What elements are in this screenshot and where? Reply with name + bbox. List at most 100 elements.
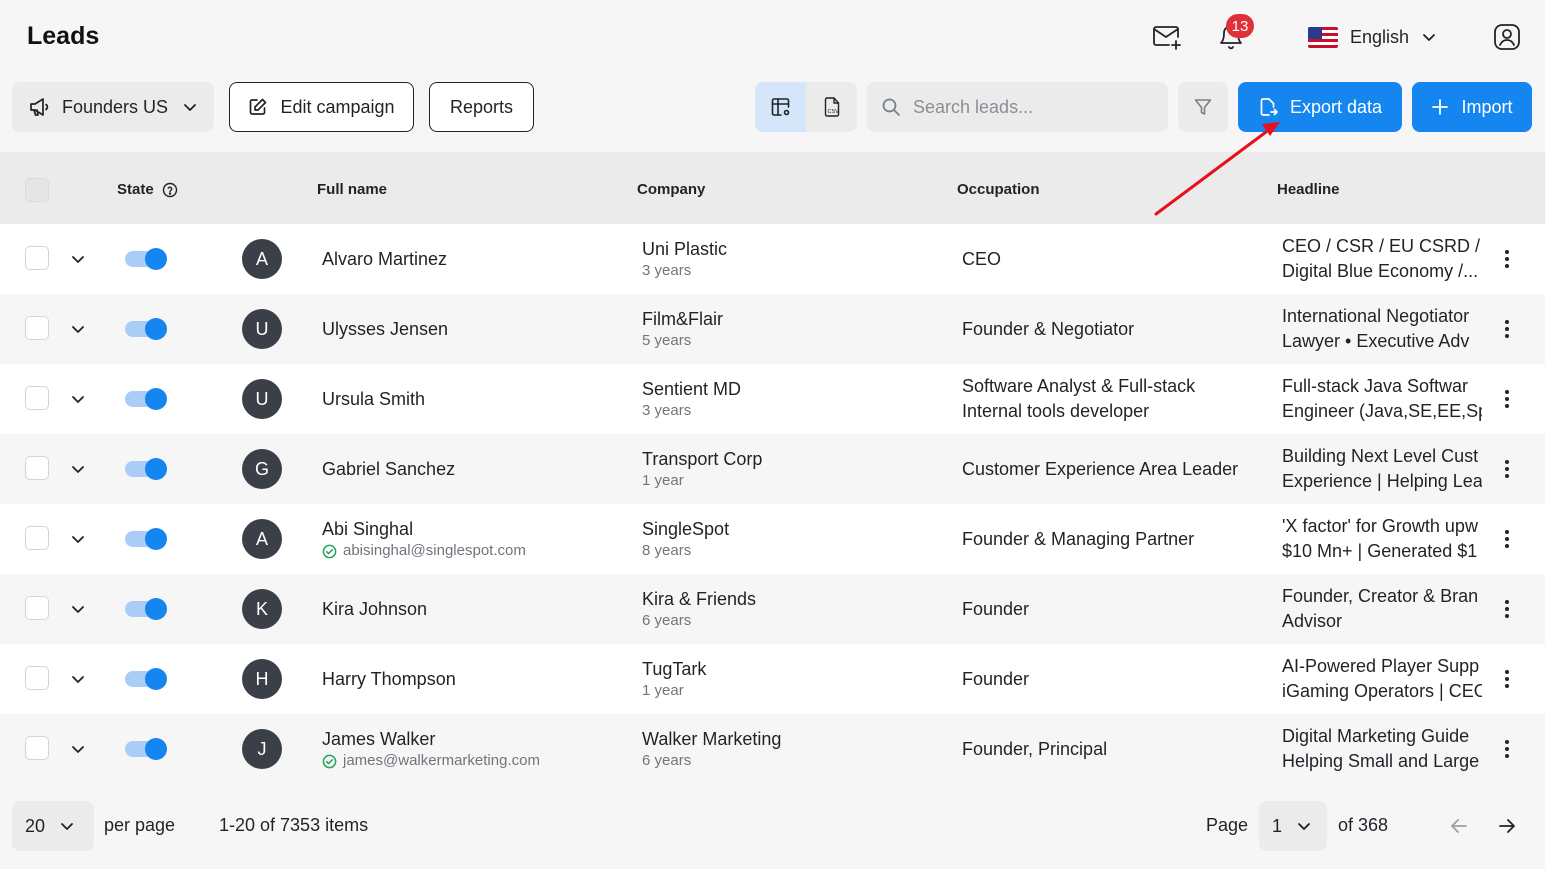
company-cell: Uni Plastic 3 years bbox=[642, 224, 727, 294]
lead-name[interactable]: Harry Thompson bbox=[322, 667, 456, 691]
prev-page-arrow-icon[interactable] bbox=[1448, 815, 1470, 837]
row-checkbox[interactable] bbox=[25, 596, 49, 620]
row-menu-icon[interactable] bbox=[1497, 738, 1517, 760]
state-toggle[interactable] bbox=[125, 668, 167, 690]
table-header: State Full name Company Occupation Headl… bbox=[0, 152, 1545, 227]
table-row[interactable]: K Kira Johnson Kira & Friends 6 years Fo… bbox=[0, 574, 1545, 644]
select-all-checkbox[interactable] bbox=[25, 178, 49, 202]
company-name: Walker Marketing bbox=[642, 729, 782, 749]
headline-cell: Building Next Level Cust Experience | He… bbox=[1282, 434, 1482, 504]
state-toggle[interactable] bbox=[125, 598, 167, 620]
headline-line-1: Full-stack Java Softwar bbox=[1282, 376, 1469, 396]
next-page-arrow-icon[interactable] bbox=[1496, 815, 1518, 837]
help-circle-icon[interactable] bbox=[162, 182, 178, 198]
table-row[interactable]: U Ursula Smith Sentient MD 3 years Softw… bbox=[0, 364, 1545, 434]
column-state-label: State bbox=[117, 181, 154, 198]
avatar: A bbox=[242, 519, 282, 559]
expand-chevron-icon[interactable] bbox=[68, 669, 88, 689]
pencil-edit-icon bbox=[250, 98, 267, 115]
expand-chevron-icon[interactable] bbox=[68, 739, 88, 759]
table-row[interactable]: U Ulysses Jensen Film&Flair 5 years Foun… bbox=[0, 294, 1545, 364]
row-checkbox[interactable] bbox=[25, 386, 49, 410]
column-state[interactable]: State bbox=[117, 181, 178, 198]
state-toggle[interactable] bbox=[125, 458, 167, 480]
reports-button[interactable]: Reports bbox=[429, 82, 534, 132]
company-cell: SingleSpot 8 years bbox=[642, 504, 729, 574]
row-checkbox[interactable] bbox=[25, 526, 49, 550]
lead-name[interactable]: Kira Johnson bbox=[322, 597, 427, 621]
state-toggle[interactable] bbox=[125, 318, 167, 340]
row-checkbox[interactable] bbox=[25, 666, 49, 690]
headline-cell: AI-Powered Player Supp iGaming Operators… bbox=[1282, 644, 1482, 714]
table-view-button[interactable] bbox=[755, 82, 806, 132]
user-profile-icon[interactable] bbox=[1492, 22, 1522, 52]
expand-chevron-icon[interactable] bbox=[68, 529, 88, 549]
row-menu-icon[interactable] bbox=[1497, 598, 1517, 620]
lead-name[interactable]: Alvaro Martinez bbox=[322, 247, 447, 271]
full-name-cell: Alvaro Martinez bbox=[322, 224, 447, 294]
mail-add-icon[interactable] bbox=[1152, 22, 1182, 52]
export-data-button[interactable]: Export data bbox=[1238, 82, 1402, 132]
table-body: A Alvaro Martinez Uni Plastic 3 years CE… bbox=[0, 224, 1545, 784]
column-occupation[interactable]: Occupation bbox=[957, 181, 1040, 198]
row-menu-icon[interactable] bbox=[1497, 318, 1517, 340]
headline-line-1: AI-Powered Player Supp bbox=[1282, 656, 1480, 676]
row-menu-icon[interactable] bbox=[1497, 458, 1517, 480]
expand-chevron-icon[interactable] bbox=[68, 599, 88, 619]
filter-button[interactable] bbox=[1178, 82, 1228, 132]
company-name: Film&Flair bbox=[642, 309, 723, 329]
full-name-cell: Gabriel Sanchez bbox=[322, 434, 455, 504]
table-row[interactable]: H Harry Thompson TugTark 1 year Founder … bbox=[0, 644, 1545, 714]
row-checkbox[interactable] bbox=[25, 456, 49, 480]
state-toggle[interactable] bbox=[125, 738, 167, 760]
column-company[interactable]: Company bbox=[637, 181, 705, 198]
expand-chevron-icon[interactable] bbox=[68, 249, 88, 269]
occupation-cell: Founder bbox=[962, 598, 1030, 619]
row-menu-icon[interactable] bbox=[1497, 388, 1517, 410]
headline-cell: International Negotiator Lawyer • Execut… bbox=[1282, 294, 1482, 364]
csv-view-button[interactable]: CSV bbox=[806, 82, 857, 132]
expand-chevron-icon[interactable] bbox=[68, 319, 88, 339]
lead-name[interactable]: Gabriel Sanchez bbox=[322, 457, 455, 481]
occupation-cell: CEO bbox=[962, 248, 1002, 269]
headline-line-1: Founder, Creator & Bran bbox=[1282, 586, 1479, 606]
import-button[interactable]: Import bbox=[1412, 82, 1532, 132]
row-checkbox[interactable] bbox=[25, 736, 49, 760]
row-menu-icon[interactable] bbox=[1497, 528, 1517, 550]
headline-line-1: CEO / CSR / EU CSRD / E bbox=[1282, 236, 1482, 256]
column-full-name[interactable]: Full name bbox=[317, 181, 387, 198]
search-input[interactable] bbox=[913, 96, 1153, 118]
page-select[interactable]: 1 bbox=[1259, 801, 1327, 851]
verified-check-icon bbox=[322, 544, 337, 558]
row-menu-icon[interactable] bbox=[1497, 248, 1517, 270]
state-toggle[interactable] bbox=[125, 388, 167, 410]
table-row[interactable]: A Alvaro Martinez Uni Plastic 3 years CE… bbox=[0, 224, 1545, 294]
campaign-selector[interactable]: Founders US bbox=[12, 82, 214, 132]
row-checkbox[interactable] bbox=[25, 316, 49, 340]
edit-campaign-button[interactable]: Edit campaign bbox=[229, 82, 414, 132]
company-tenure: 1 year bbox=[642, 682, 684, 699]
per-page-select[interactable]: 20 bbox=[12, 801, 94, 851]
expand-chevron-icon[interactable] bbox=[68, 389, 88, 409]
lead-email-line: abisinghal@singlespot.com bbox=[322, 541, 526, 561]
column-headline[interactable]: Headline bbox=[1277, 181, 1340, 198]
row-menu-icon[interactable] bbox=[1497, 668, 1517, 690]
table-row[interactable]: J James Walker james@walkermarketing.com… bbox=[0, 714, 1545, 784]
lead-name[interactable]: Abi Singhal bbox=[322, 517, 526, 541]
state-toggle[interactable] bbox=[125, 528, 167, 550]
lead-name[interactable]: Ulysses Jensen bbox=[322, 317, 448, 341]
chevron-down-icon bbox=[1298, 823, 1310, 830]
per-page-label: per page bbox=[104, 815, 176, 835]
headline-line-2: Lawyer • Executive Adv bbox=[1282, 331, 1470, 351]
chevron-down-icon bbox=[184, 104, 196, 111]
language-selector[interactable]: English bbox=[1308, 22, 1437, 52]
export-data-label: Export data bbox=[1289, 96, 1383, 117]
row-checkbox[interactable] bbox=[25, 246, 49, 270]
expand-chevron-icon[interactable] bbox=[68, 459, 88, 479]
campaign-label: Founders US bbox=[62, 96, 169, 117]
table-row[interactable]: A Abi Singhal abisinghal@singlespot.com … bbox=[0, 504, 1545, 574]
lead-name[interactable]: Ursula Smith bbox=[322, 387, 425, 411]
state-toggle[interactable] bbox=[125, 248, 167, 270]
table-row[interactable]: G Gabriel Sanchez Transport Corp 1 year … bbox=[0, 434, 1545, 504]
lead-name[interactable]: James Walker bbox=[322, 727, 540, 751]
